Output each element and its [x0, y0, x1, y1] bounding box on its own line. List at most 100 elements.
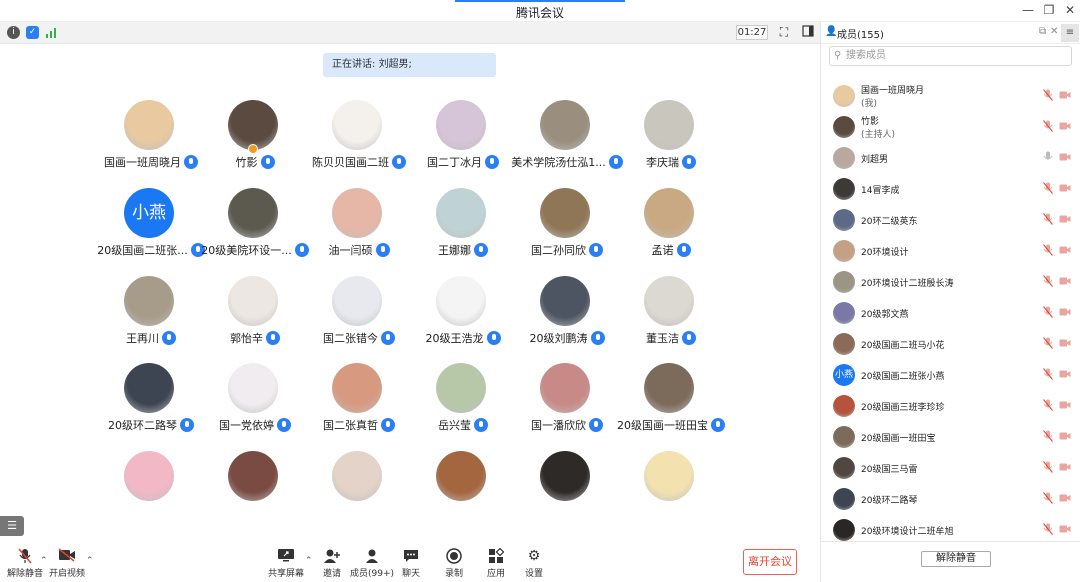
layout-toggle-icon[interactable]: [801, 25, 815, 39]
participant-name: 王娜娜: [438, 244, 471, 257]
member-row[interactable]: 20级国画三班李珍珍: [821, 390, 1080, 421]
participant-tile[interactable]: 李庆瑞: [616, 100, 726, 188]
participant-tile[interactable]: 国一党依婷: [200, 363, 310, 451]
search-members-input[interactable]: ⚲ 搜索成员: [829, 46, 1072, 66]
side-menu-icon[interactable]: ☰: [0, 516, 24, 536]
member-row[interactable]: 20环二级英东: [821, 204, 1080, 235]
muted-mic-icon[interactable]: [1043, 461, 1053, 473]
title-bar: 腾讯会议 — ❐ ✕: [0, 0, 1080, 22]
video-off-icon[interactable]: [1059, 462, 1071, 472]
participant-tile[interactable]: 国二孙同欣: [512, 188, 622, 276]
avatar: [228, 451, 278, 501]
muted-mic-icon[interactable]: [1043, 430, 1053, 442]
member-row[interactable]: 20级环二路琴: [821, 483, 1080, 514]
participant-tile[interactable]: [200, 451, 310, 539]
participant-tile[interactable]: 小燕 20级国画二班张...: [96, 188, 206, 276]
popout-icon[interactable]: ⧉: [1039, 26, 1046, 37]
participant-tile[interactable]: 竹影: [200, 100, 310, 188]
member-row[interactable]: 竹影 (主持人): [821, 111, 1080, 142]
minimize-icon[interactable]: —: [1020, 3, 1036, 17]
unmute-all-button[interactable]: 解除静音: [921, 551, 991, 567]
avatar: [436, 451, 486, 501]
member-row[interactable]: 20级国画二班马小花: [821, 328, 1080, 359]
participant-tile[interactable]: 郭怡辛: [200, 276, 310, 364]
more-menu-icon[interactable]: ≡: [1061, 24, 1079, 42]
muted-mic-icon[interactable]: [1043, 275, 1053, 287]
member-row[interactable]: 20级国画一班田宝: [821, 421, 1080, 452]
participant-tile[interactable]: [616, 451, 726, 539]
member-row[interactable]: 20级郭文燕: [821, 297, 1080, 328]
muted-mic-icon[interactable]: [1043, 368, 1053, 380]
video-off-icon[interactable]: [1059, 307, 1071, 317]
participant-tile[interactable]: 董玉洁: [616, 276, 726, 364]
video-off-icon[interactable]: [1059, 400, 1071, 410]
member-row[interactable]: 20级国三马雷: [821, 452, 1080, 483]
share-screen-button[interactable]: 共享屏幕: [261, 548, 311, 579]
video-off-icon[interactable]: [1059, 183, 1071, 193]
video-off-icon[interactable]: [1059, 493, 1071, 503]
member-role: (我): [861, 99, 878, 109]
video-off-icon[interactable]: [1059, 152, 1071, 162]
video-off-icon[interactable]: [1059, 90, 1071, 100]
video-off-icon[interactable]: [1059, 276, 1071, 286]
muted-mic-icon[interactable]: [1043, 120, 1053, 132]
signal-icon[interactable]: [45, 26, 58, 39]
fullscreen-icon[interactable]: ⛶: [777, 25, 791, 39]
participant-tile[interactable]: 岳兴莹: [408, 363, 518, 451]
participant-tile[interactable]: 国一潘欣欣: [512, 363, 622, 451]
participant-tile[interactable]: 20级国画一班田宝: [616, 363, 726, 451]
participant-tile[interactable]: 王再川: [96, 276, 206, 364]
participant-tile[interactable]: 20级环二路琴: [96, 363, 206, 451]
participant-tile[interactable]: 王娜娜: [408, 188, 518, 276]
video-options-caret-icon[interactable]: ⌃: [86, 556, 94, 566]
member-row[interactable]: 20环境设计: [821, 235, 1080, 266]
participant-tile[interactable]: 孟诺: [616, 188, 726, 276]
member-row[interactable]: 小燕 20级国画二班张小燕: [821, 359, 1080, 390]
settings-button[interactable]: ⚙ 设置: [509, 548, 559, 579]
start-video-button[interactable]: 开启视频: [42, 548, 92, 579]
video-off-icon[interactable]: [1059, 524, 1071, 534]
participant-tile[interactable]: [96, 451, 206, 539]
muted-mic-icon[interactable]: [1043, 492, 1053, 504]
muted-mic-icon[interactable]: [1043, 399, 1053, 411]
muted-mic-icon[interactable]: [1043, 337, 1053, 349]
muted-mic-icon[interactable]: [1043, 306, 1053, 318]
leave-meeting-button[interactable]: 离开会议: [743, 549, 797, 575]
member-row[interactable]: 国画一班周晓月 (我): [821, 80, 1080, 111]
video-off-icon[interactable]: [1059, 121, 1071, 131]
participant-tile[interactable]: 国二张错今: [304, 276, 414, 364]
close-icon[interactable]: ✕: [1062, 3, 1078, 17]
muted-mic-icon[interactable]: [1043, 89, 1053, 101]
participant-tile[interactable]: 20级刘鹏涛: [512, 276, 622, 364]
participant-tile[interactable]: 国画一班周晓月: [96, 100, 206, 188]
member-row[interactable]: 14冒李成: [821, 173, 1080, 204]
info-icon[interactable]: i: [7, 26, 20, 39]
close-panel-icon[interactable]: ✕: [1050, 26, 1058, 37]
avatar: [833, 147, 855, 169]
shield-icon[interactable]: ✓: [26, 26, 39, 39]
muted-mic-icon[interactable]: [1043, 182, 1053, 194]
video-off-icon[interactable]: [1059, 338, 1071, 348]
participant-tile[interactable]: 20级王浩龙: [408, 276, 518, 364]
member-row[interactable]: 刘超男: [821, 142, 1080, 173]
video-off-icon[interactable]: [1059, 369, 1071, 379]
member-row[interactable]: 20环境设计二班殷长涛: [821, 266, 1080, 297]
participant-tile[interactable]: [304, 451, 414, 539]
avatar: [228, 100, 278, 150]
participant-tile[interactable]: [512, 451, 622, 539]
video-off-icon[interactable]: [1059, 214, 1071, 224]
video-off-icon[interactable]: [1059, 431, 1071, 441]
participant-tile[interactable]: 美术学院汤仕泓1...: [511, 100, 623, 188]
video-off-icon[interactable]: [1059, 245, 1071, 255]
muted-mic-icon[interactable]: [1043, 523, 1053, 535]
participant-tile[interactable]: 国二张真哲: [304, 363, 414, 451]
restore-icon[interactable]: ❐: [1041, 3, 1057, 17]
participant-tile[interactable]: 陈贝贝国画二班: [304, 100, 414, 188]
participant-tile[interactable]: 国二丁冰月: [408, 100, 518, 188]
mic-icon[interactable]: [1043, 151, 1053, 163]
muted-mic-icon[interactable]: [1043, 244, 1053, 256]
muted-mic-icon[interactable]: [1043, 213, 1053, 225]
participant-tile[interactable]: 20级美院环设一...: [200, 188, 310, 276]
participant-tile[interactable]: 油一闫硕: [304, 188, 414, 276]
participant-tile[interactable]: [408, 451, 518, 539]
